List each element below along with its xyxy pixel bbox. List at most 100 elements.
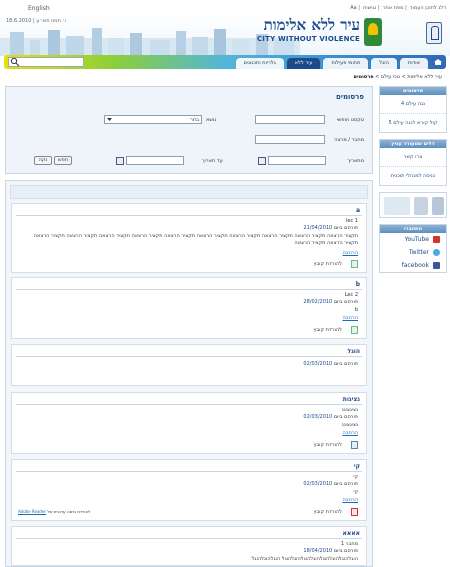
- breadcrumb-current: פרסומים: [353, 74, 374, 80]
- nav-tab-hogel[interactable]: הוגל: [371, 58, 397, 69]
- author-input[interactable]: [255, 135, 325, 144]
- result-date: פורסם ביום 02/03/2010: [303, 481, 358, 487]
- from-date-input[interactable]: [268, 156, 326, 165]
- font-size-link[interactable]: Aa: [350, 5, 356, 11]
- partner-logo[interactable]: [432, 197, 444, 215]
- youtube-icon: [433, 236, 440, 243]
- publications-box-title: פרסומים: [380, 87, 446, 95]
- facebook-link[interactable]: facebook: [380, 259, 446, 272]
- audio-file-icon[interactable]: [351, 441, 358, 449]
- read-more-link[interactable]: הרחבה: [342, 497, 358, 503]
- calendar-icon[interactable]: [258, 157, 266, 165]
- download-link[interactable]: להורדת קובץ: [314, 261, 342, 267]
- result-date: פורסם ביום 21/04/2010: [303, 225, 358, 231]
- sidebar-item-publication[interactable]: קול קורא לנגה עילם 5: [380, 114, 446, 132]
- partner-logo[interactable]: [414, 197, 428, 215]
- partner-logo[interactable]: [384, 197, 410, 215]
- home-icon[interactable]: [432, 57, 444, 67]
- result-title[interactable]: אאאא: [343, 530, 360, 537]
- free-text-label: טקסט חופשי: [336, 117, 364, 123]
- result-title[interactable]: b: [356, 281, 360, 288]
- adobe-reader-note: להורדת גרסה עדכנית של Adobe Reader: [18, 509, 90, 514]
- site-map-link[interactable]: מפת אתר: [383, 5, 404, 11]
- subject-select[interactable]: בחר: [104, 115, 202, 124]
- read-more-link[interactable]: הרחבה: [342, 315, 358, 321]
- city-skyline-image: [0, 28, 300, 56]
- clear-button[interactable]: נקה: [34, 156, 52, 165]
- social-box: התחברו YouTube Twitter facebook: [379, 224, 447, 273]
- result-title[interactable]: a: [356, 207, 360, 214]
- result-body: נציגציגנ: [341, 422, 358, 428]
- result-subtitle: נציגציגנ: [341, 407, 358, 413]
- result-body: הוגלהוגלהוגלהוגלהוגלהוגלהוגלהוגל הוגלהוג…: [251, 556, 358, 562]
- nav-tabs: אודות הוגל תחומי פעילות עיר ללא גלריות ו…: [233, 58, 428, 69]
- result-card: אאאא מחבר 1 פורסם ביום 18/04/2010 הוגלהו…: [11, 526, 367, 566]
- result-card: הוגל פורסם ביום 02/03/2010: [11, 344, 367, 386]
- breadcrumb-path[interactable]: עיר ללא אלימות > נוכי עילם >: [374, 74, 442, 80]
- facebook-icon: [433, 262, 440, 269]
- divider: [16, 356, 362, 357]
- twitter-label: Twitter: [408, 249, 429, 256]
- pdf-icon[interactable]: [351, 508, 358, 516]
- result-title[interactable]: נציגות: [343, 396, 360, 403]
- subject-label: נושא: [206, 117, 217, 123]
- nav-tab-activity-areas[interactable]: תחומי פעילות: [323, 58, 369, 69]
- youtube-link[interactable]: YouTube: [380, 233, 446, 246]
- divider: [16, 471, 362, 472]
- logo-hebrew-text: עיר ללא אלימות: [263, 16, 360, 34]
- search-button[interactable]: חפש: [54, 156, 72, 165]
- document-icon[interactable]: [351, 326, 358, 334]
- divider: [16, 404, 362, 405]
- skip-to-content-link[interactable]: דלג לתוכן העמוד: [410, 5, 446, 11]
- result-date: פורסם ביום 28/02/2010: [303, 299, 358, 305]
- download-link[interactable]: להורדת קובץ: [314, 509, 342, 515]
- download-link[interactable]: להורדת קובץ: [314, 327, 342, 333]
- top-links: דלג לתוכן העמוד| מפת אתר| נגישות| Aa: [350, 5, 446, 11]
- result-title[interactable]: הוגל: [348, 348, 361, 355]
- sidebar-item-publication[interactable]: נגה עילם 4: [380, 95, 446, 114]
- accessibility-link[interactable]: נגישות: [363, 5, 376, 11]
- read-more-link[interactable]: הרחבה: [342, 250, 358, 256]
- download-link[interactable]: להורדת קובץ: [314, 442, 342, 448]
- subject-select-value: בחר: [190, 117, 199, 123]
- from-date-label: מתאריך: [347, 158, 364, 164]
- free-text-input[interactable]: [255, 115, 325, 124]
- to-date-input[interactable]: [126, 156, 184, 165]
- calendar-icon[interactable]: [116, 157, 124, 165]
- result-subtitle: מחבר 1: [340, 541, 358, 547]
- results-toolbar: [10, 185, 368, 199]
- result-card: קי קי פורסם ביום 02/03/2010 קי הרחבה להו…: [11, 459, 367, 521]
- more-links-box: דלים שמעורר עניין צרו קשר כניסה למנהלי ת…: [379, 139, 447, 186]
- result-body: b: [354, 307, 358, 313]
- search-icon[interactable]: [10, 57, 20, 67]
- twitter-icon: [433, 249, 440, 256]
- twitter-link[interactable]: Twitter: [380, 246, 446, 259]
- nav-tab-city[interactable]: עיר ללא: [286, 58, 321, 69]
- adobe-reader-link[interactable]: Adobe Reader: [18, 509, 46, 514]
- site-header: 18.6.2010 | ו׳ תמוז תש״ע עיר ללא אלימות …: [0, 14, 450, 56]
- chevron-down-icon: [107, 118, 112, 121]
- youtube-label: YouTube: [404, 236, 429, 243]
- divider: [16, 215, 362, 216]
- nav-tab-galleries[interactable]: גלריות ותכנונים: [235, 58, 284, 69]
- logo-english-text: CITY WITHOUT VIOLENCE: [256, 35, 360, 43]
- result-title[interactable]: קי: [354, 463, 360, 470]
- document-icon[interactable]: [351, 260, 358, 268]
- to-date-label: עד תאריך: [202, 158, 223, 164]
- result-date: פורסם ביום 18/04/2010: [303, 548, 358, 554]
- english-language-link[interactable]: English: [28, 5, 50, 12]
- divider: [16, 289, 362, 290]
- sidebar-item-admin-login[interactable]: כניסה למנהלי תוכנית: [380, 167, 446, 185]
- divider: [16, 538, 362, 539]
- read-more-link[interactable]: הרחבה: [342, 430, 358, 436]
- result-body: קי: [353, 489, 358, 495]
- form-title: פרסומים: [336, 93, 364, 101]
- nav-tab-about[interactable]: אודות: [399, 58, 428, 69]
- result-card: b Lec 2 פורסם ביום 28/02/2010 b הרחבה לה…: [11, 277, 367, 339]
- adobe-reader-text: להורדת גרסה עדכנית של: [47, 509, 91, 514]
- sidebar-item-contact[interactable]: צרו קשר: [380, 148, 446, 167]
- date-display: 18.6.2010 | ו׳ תמוז תש״ע: [6, 18, 66, 24]
- breadcrumb: עיר ללא אלימות > נוכי עילם > פרסומים: [354, 74, 442, 80]
- logo-icon: [364, 18, 382, 46]
- publications-box: פרסומים נגה עילם 4 קול קורא לנגה עילם 5: [379, 86, 447, 133]
